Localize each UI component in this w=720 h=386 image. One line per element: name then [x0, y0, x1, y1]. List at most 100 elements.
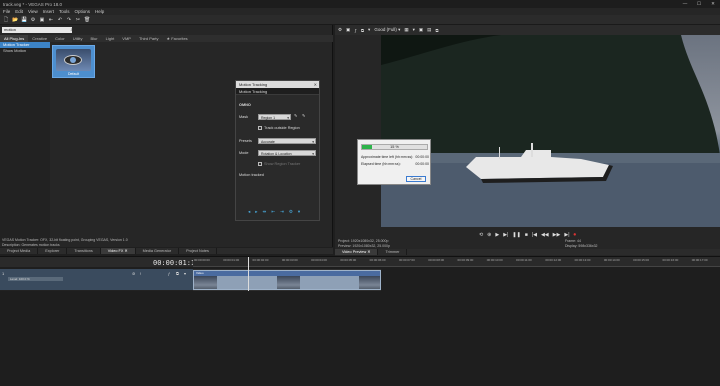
thumbnail-label: Default	[67, 72, 80, 76]
delete-icon[interactable]: 🗑	[84, 17, 90, 23]
tab-project-notes[interactable]: Project Notes	[179, 248, 217, 254]
loop-icon[interactable]: ⟲	[479, 232, 483, 238]
play-icon[interactable]: ▶	[495, 232, 499, 238]
tab-video-preview[interactable]: Video Preview ✕	[335, 249, 379, 255]
render-icon[interactable]: ▣	[39, 17, 45, 23]
play-from-start-icon[interactable]: ⊕	[487, 232, 491, 238]
tab-light[interactable]: Light	[102, 35, 119, 42]
tab-transitions[interactable]: Transitions	[67, 248, 101, 254]
tab-creative[interactable]: Creative	[28, 35, 51, 42]
track-forward-icon[interactable]: ▸	[255, 209, 257, 215]
tab-video-fx[interactable]: Video FX ✕	[100, 248, 136, 254]
fx-preset-thumbnail[interactable]: Default	[52, 45, 95, 78]
pause-icon[interactable]: ❚❚	[512, 232, 520, 238]
trim-icon[interactable]: ⇤	[48, 17, 54, 23]
tab-trimmer[interactable]: Trimmer	[378, 249, 408, 255]
track-start-icon[interactable]: ⇤	[271, 209, 275, 215]
search-icon[interactable]: ⌕	[69, 27, 75, 33]
tab-utility[interactable]: Utility	[69, 35, 87, 42]
mute-icon[interactable]: ⊘	[132, 271, 135, 276]
fx-search-input[interactable]	[2, 27, 72, 33]
show-region-checkbox[interactable]	[258, 162, 262, 166]
record-icon[interactable]: ⏺	[574, 232, 577, 238]
minimize-button[interactable]: —	[678, 1, 692, 7]
tree-item-show-motion[interactable]: Show Motion	[0, 48, 50, 54]
open-icon[interactable]: 📂	[12, 17, 18, 23]
track-backward-icon[interactable]: ◂	[248, 209, 250, 215]
composite-icon[interactable]: ▾	[184, 271, 186, 276]
track-more-icon[interactable]: ▾	[298, 209, 300, 215]
track-motion-icon[interactable]: ⧉	[176, 271, 179, 276]
clip-thumbnail	[359, 276, 380, 289]
tab-third-party[interactable]: Third Party	[135, 35, 163, 42]
close-icon[interactable]: ✕	[314, 81, 317, 88]
track-both-icon[interactable]: ⇹	[263, 209, 267, 215]
cancel-button[interactable]: Cancel	[406, 176, 426, 182]
video-clip[interactable]: Video	[193, 270, 381, 290]
tab-blur[interactable]: Blur	[86, 35, 101, 42]
save-snapshot-icon[interactable]: ▤	[427, 27, 431, 33]
mask-select[interactable]: Region 1	[258, 114, 291, 121]
presets-select[interactable]: Accurate	[258, 138, 316, 145]
solo-icon[interactable]: !	[140, 271, 141, 276]
go-to-start-icon[interactable]: |◀	[532, 232, 537, 238]
redo-icon[interactable]: ↷	[66, 17, 72, 23]
video-track-lane[interactable]: Video	[193, 269, 381, 291]
track-number-icon: 1	[2, 271, 5, 276]
tab-media-generator[interactable]: Media Generator	[136, 248, 180, 254]
tab-project-media[interactable]: Project Media	[0, 248, 39, 254]
snapshot-icon[interactable]: ▣	[419, 27, 423, 33]
previous-frame-icon[interactable]: ◀◀	[541, 232, 549, 238]
tab-explorer[interactable]: Explorer	[38, 248, 68, 254]
video-preview-panel: ⚙ ▣ ƒ ⧉ ▾ Good (Full) ▾ ▦ ▾ ▣ ▤ ⧉ 15 % A…	[335, 25, 720, 256]
menu-edit[interactable]: Edit	[15, 9, 23, 14]
menu-file[interactable]: File	[3, 9, 10, 14]
video-track-header[interactable]: 1 ⊘ ! ƒ ⧉ ▾ Level: 100.0 %	[0, 269, 193, 291]
track-fx-icon[interactable]: ƒ	[168, 271, 170, 276]
tab-vmp[interactable]: VMP	[118, 35, 135, 42]
menu-options[interactable]: Options	[75, 9, 91, 14]
maximize-button[interactable]: ☐	[692, 1, 706, 7]
undo-icon[interactable]: ↶	[57, 17, 63, 23]
play-to-end-icon[interactable]: ▶|	[503, 232, 508, 238]
project-info: Project: 1920x1080x32, 25.000p	[338, 239, 389, 243]
split-dropdown-icon[interactable]: ▾	[368, 27, 370, 33]
menu-help[interactable]: Help	[95, 9, 104, 14]
overlays-dropdown-icon[interactable]: ▾	[413, 27, 415, 33]
menu-insert[interactable]: Insert	[43, 9, 54, 14]
copy-snapshot-icon[interactable]: ⧉	[435, 28, 438, 33]
new-icon[interactable]: 🗋	[3, 17, 9, 23]
fx-icon[interactable]: ƒ	[354, 28, 357, 33]
cut-icon[interactable]: ✂	[75, 17, 81, 23]
track-outside-checkbox[interactable]	[258, 126, 262, 130]
elapsed-label: Elapsed time (hh:mm:ss):	[361, 162, 401, 166]
overlays-icon[interactable]: ▦	[404, 27, 408, 33]
settings-icon[interactable]: ⚙	[338, 27, 342, 33]
preview-quality-select[interactable]: Good (Full) ▾	[374, 27, 400, 33]
track-end-icon[interactable]: ⇥	[280, 209, 284, 215]
mode-select[interactable]: Rotation & Location	[258, 150, 316, 157]
tab-favorites[interactable]: ★ Favorites	[163, 35, 192, 42]
edit-mask-icon[interactable]: ✎	[302, 113, 305, 118]
window-controls: — ☐ ✕	[678, 1, 720, 7]
ruler-tick-label: 00:00:14:00	[603, 258, 620, 262]
menu-view[interactable]: View	[28, 9, 38, 14]
playhead-cursor[interactable]	[248, 257, 249, 291]
tab-color[interactable]: Color	[51, 35, 69, 42]
external-monitor-icon[interactable]: ▣	[346, 27, 350, 33]
preview-video-frame	[381, 35, 720, 227]
close-button[interactable]: ✕	[706, 1, 720, 7]
menu-tools[interactable]: Tools	[59, 9, 70, 14]
timeline-ruler[interactable]: 00:00:00:00 00:00:01:00 00:00:02:00 00:00:0…	[193, 257, 720, 267]
add-mask-icon[interactable]: ✎	[294, 113, 297, 118]
stop-icon[interactable]: ■	[525, 232, 528, 238]
next-frame-icon[interactable]: ▶▶	[553, 232, 561, 238]
tab-all-plugins[interactable]: All Plug-Ins	[0, 35, 29, 42]
track-settings-icon[interactable]: ⚙	[289, 209, 293, 215]
ruler-tick-label: 00:00:12:00	[545, 258, 562, 262]
properties-icon[interactable]: ⚙	[30, 17, 36, 23]
split-screen-icon[interactable]: ⧉	[361, 28, 364, 33]
track-level-slider[interactable]: Level: 100.0 %	[8, 277, 63, 281]
go-to-end-icon[interactable]: ▶|	[564, 232, 569, 238]
save-icon[interactable]: 💾	[21, 17, 27, 23]
